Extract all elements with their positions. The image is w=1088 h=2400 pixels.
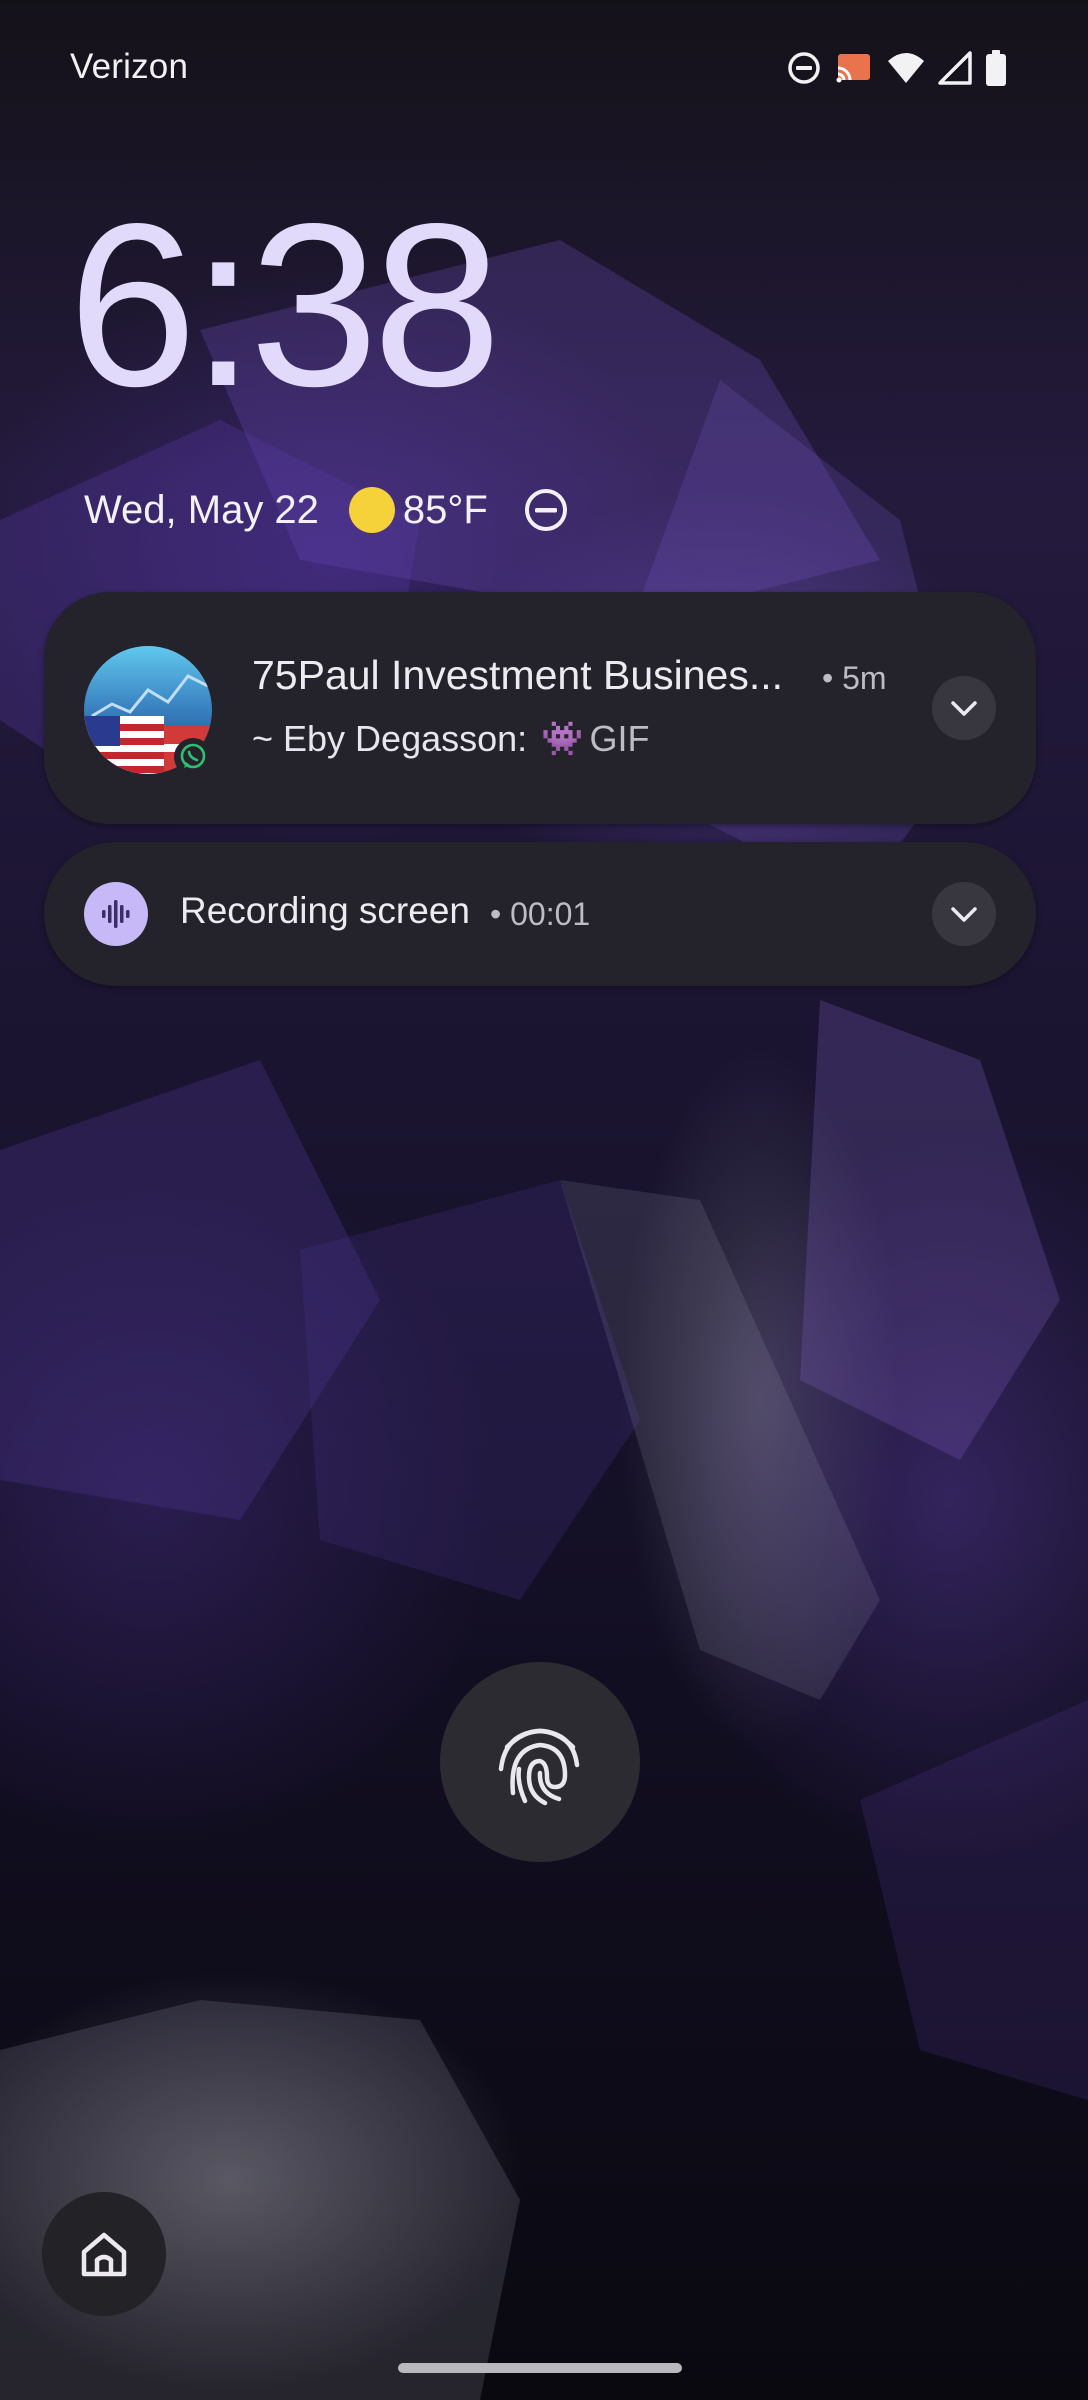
expand-button[interactable] xyxy=(932,882,996,946)
gesture-nav-handle[interactable] xyxy=(398,2363,682,2373)
expand-button[interactable] xyxy=(932,676,996,740)
notification-title: Recording screen xyxy=(180,890,470,931)
message-sender: ~ Eby Degasson: xyxy=(252,718,528,759)
fingerprint-icon xyxy=(498,1728,580,1806)
whatsapp-icon xyxy=(174,738,212,776)
notification-whatsapp[interactable]: 75Paul Investment Busines... • 5m ~ Eby … xyxy=(44,592,1036,824)
signal-icon xyxy=(938,51,972,85)
sun-icon xyxy=(348,487,395,533)
notification-screen-recorder[interactable]: Recording screen • 00:01 xyxy=(44,842,1036,986)
home-icon xyxy=(81,2232,127,2277)
status-icons xyxy=(786,48,1008,88)
dnd-icon xyxy=(522,486,570,534)
message-text: GIF xyxy=(589,718,650,759)
carrier-name: Verizon xyxy=(70,47,189,86)
battery-icon xyxy=(984,49,1008,87)
notification-time: • 5m xyxy=(822,660,887,696)
notification-time: • 00:01 xyxy=(490,896,591,932)
notification-title: 75Paul Investment Busines... xyxy=(252,652,784,698)
chevron-down-icon xyxy=(951,701,977,716)
notification-message: ~ Eby Degasson: 👾 GIF xyxy=(252,718,650,760)
recorder-icon xyxy=(84,882,148,946)
wifi-icon xyxy=(886,51,926,85)
lockscreen-clock: 6:38 xyxy=(68,176,502,435)
home-controls-button[interactable] xyxy=(42,2192,166,2316)
cast-icon xyxy=(834,50,874,86)
status-bar: Verizon xyxy=(0,0,1088,135)
alien-emoji-icon: 👾 xyxy=(541,720,584,758)
date-text: Wed, May 22 xyxy=(84,487,319,532)
temperature-text: 85°F xyxy=(402,487,488,532)
fingerprint-sensor[interactable] xyxy=(440,1662,640,1862)
date-weather-row[interactable]: Wed, May 22 85°F xyxy=(84,482,570,538)
chevron-down-icon xyxy=(951,907,977,922)
dnd-icon xyxy=(786,50,822,86)
